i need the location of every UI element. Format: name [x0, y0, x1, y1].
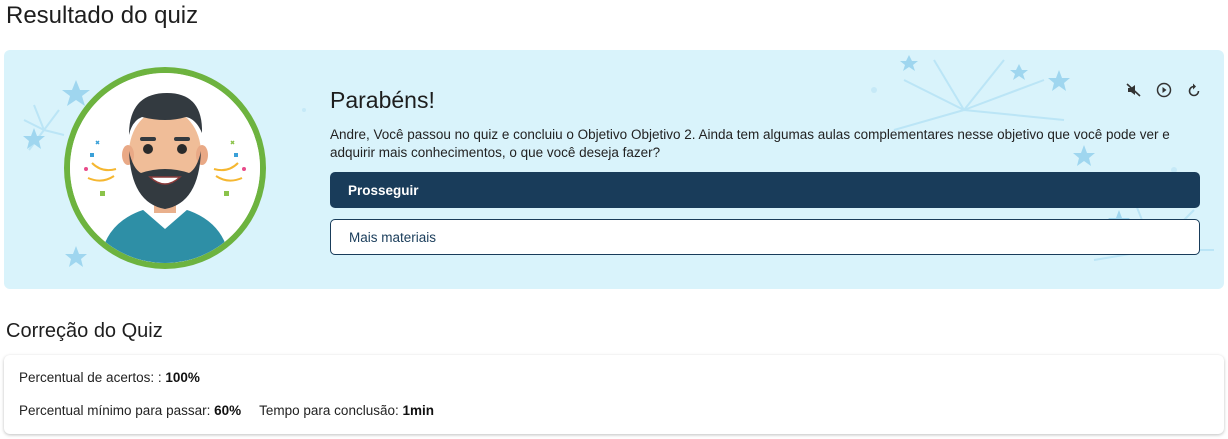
replay-icon[interactable] — [1184, 80, 1204, 100]
more-materials-button[interactable]: Mais materiais — [330, 219, 1200, 255]
page-title: Resultado do quiz — [6, 2, 199, 29]
score-label: Percentual de acertos: : — [19, 370, 162, 385]
play-circle-icon[interactable] — [1154, 80, 1174, 100]
result-banner: Parabéns! Andre, Você passou no quiz e c… — [4, 50, 1224, 289]
section-title: Correção do Quiz — [6, 320, 163, 342]
congrats-heading: Parabéns! — [330, 87, 435, 113]
result-message: Andre, Você passou no quiz e concluiu o … — [330, 127, 1170, 160]
min-pass-label: Percentual mínimo para passar: — [19, 403, 211, 418]
min-pass-value: 60% — [214, 403, 242, 418]
time-item: Tempo para conclusão: 1min — [259, 403, 434, 418]
score-row: Percentual de acertos: : 100% — [19, 370, 200, 385]
time-label: Tempo para conclusão: — [259, 403, 399, 418]
mute-icon[interactable] — [1124, 80, 1144, 100]
quiz-correction-card: Percentual de acertos: : 100% Percentual… — [4, 355, 1224, 434]
media-controls — [1124, 80, 1204, 100]
min-pass-item: Percentual mínimo para passar: 60% — [19, 403, 241, 418]
time-value: 1min — [402, 403, 435, 418]
score-value: 100% — [165, 370, 200, 385]
details-row: Percentual mínimo para passar: 60% Tempo… — [19, 403, 434, 418]
avatar — [64, 67, 266, 269]
bearded-man-avatar-icon — [70, 73, 260, 263]
continue-button[interactable]: Prosseguir — [330, 172, 1200, 208]
